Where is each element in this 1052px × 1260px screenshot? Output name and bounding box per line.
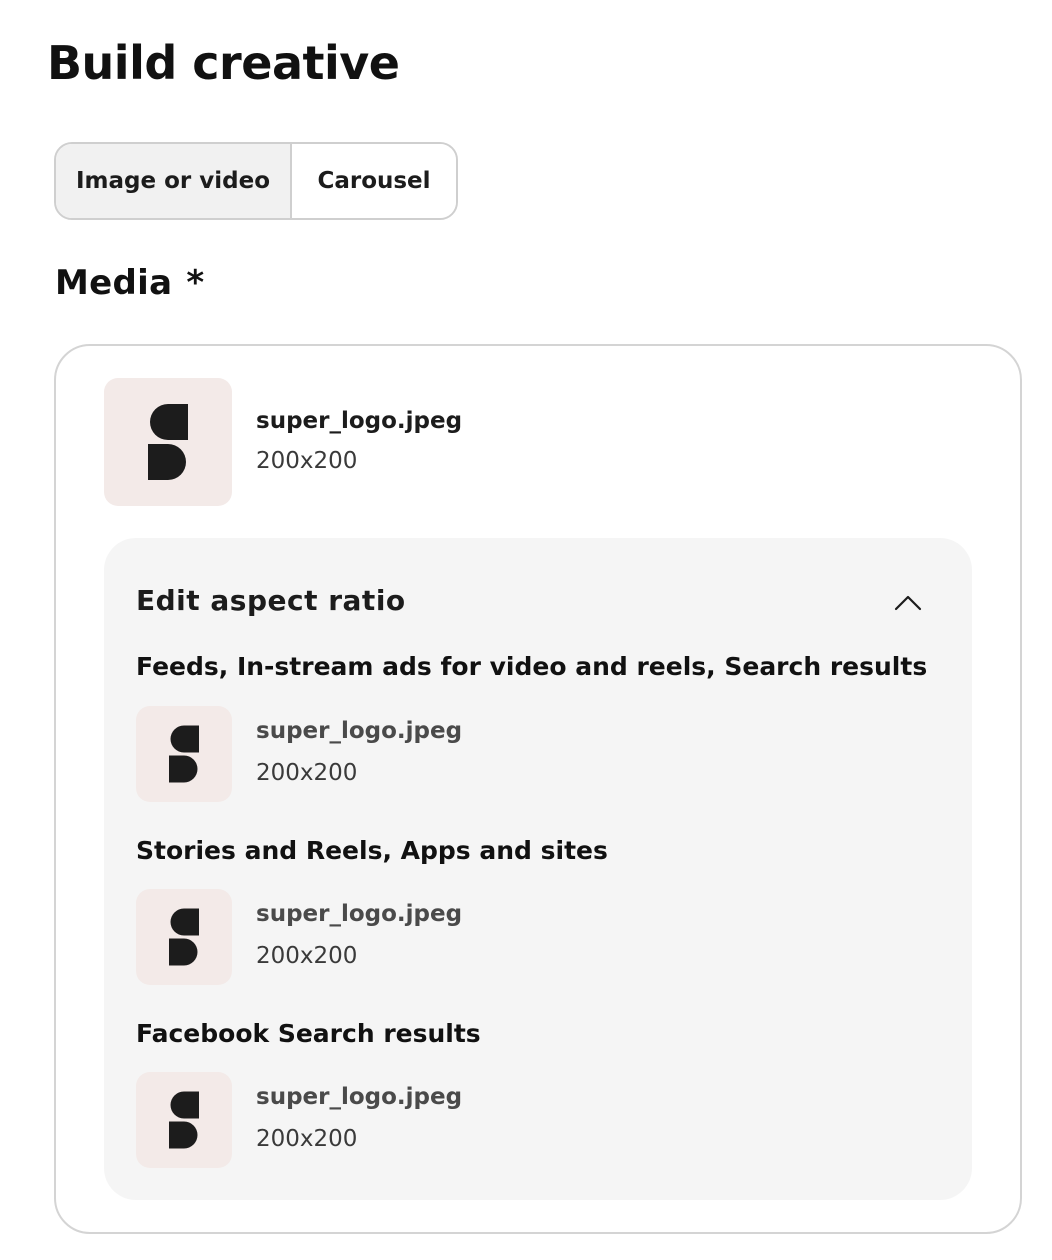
placement-thumbnail-feeds[interactable]: [136, 706, 232, 802]
placement-file-name-facebook-search: super_logo.jpeg: [256, 1084, 463, 1110]
s-logo-icon: [169, 908, 199, 966]
media-file-dimensions: 200x200: [256, 448, 358, 474]
aspect-ratio-title: Edit aspect ratio: [136, 584, 406, 617]
placement-thumbnail-facebook-search[interactable]: [136, 1072, 232, 1168]
collapse-aspect-ratio-button[interactable]: [886, 582, 930, 622]
placement-thumbnail-stories[interactable]: [136, 889, 232, 985]
media-card: super_logo.jpeg 200x200 Edit aspect rati…: [54, 344, 1022, 1234]
media-section-label: Media *: [55, 260, 204, 306]
placement-dimensions-stories: 200x200: [256, 943, 358, 969]
placement-file-name-stories: super_logo.jpeg: [256, 901, 463, 927]
edit-aspect-ratio-panel: Edit aspect ratio Feeds, In-stream ads f…: [104, 538, 972, 1200]
placement-dimensions-facebook-search: 200x200: [256, 1126, 358, 1152]
segment-image-or-video[interactable]: Image or video: [56, 144, 292, 218]
s-logo-icon: [169, 725, 199, 783]
placement-dimensions-feeds: 200x200: [256, 760, 358, 786]
segment-carousel[interactable]: Carousel: [292, 144, 456, 218]
media-label-text: Media: [55, 263, 173, 303]
s-logo-icon: [169, 1091, 199, 1149]
chevron-up-icon: [894, 595, 922, 611]
s-logo-icon: [148, 404, 188, 480]
placement-label-facebook-search: Facebook Search results: [136, 1019, 481, 1048]
media-file-name: super_logo.jpeg: [256, 408, 463, 434]
placement-label-feeds: Feeds, In-stream ads for video and reels…: [136, 652, 928, 681]
page-title: Build creative: [47, 36, 400, 90]
format-segmented-control: Image or video Carousel: [54, 142, 458, 220]
placement-file-name-feeds: super_logo.jpeg: [256, 718, 463, 744]
media-thumbnail[interactable]: [104, 378, 232, 506]
placement-label-stories: Stories and Reels, Apps and sites: [136, 836, 608, 865]
required-marker: *: [186, 263, 205, 303]
